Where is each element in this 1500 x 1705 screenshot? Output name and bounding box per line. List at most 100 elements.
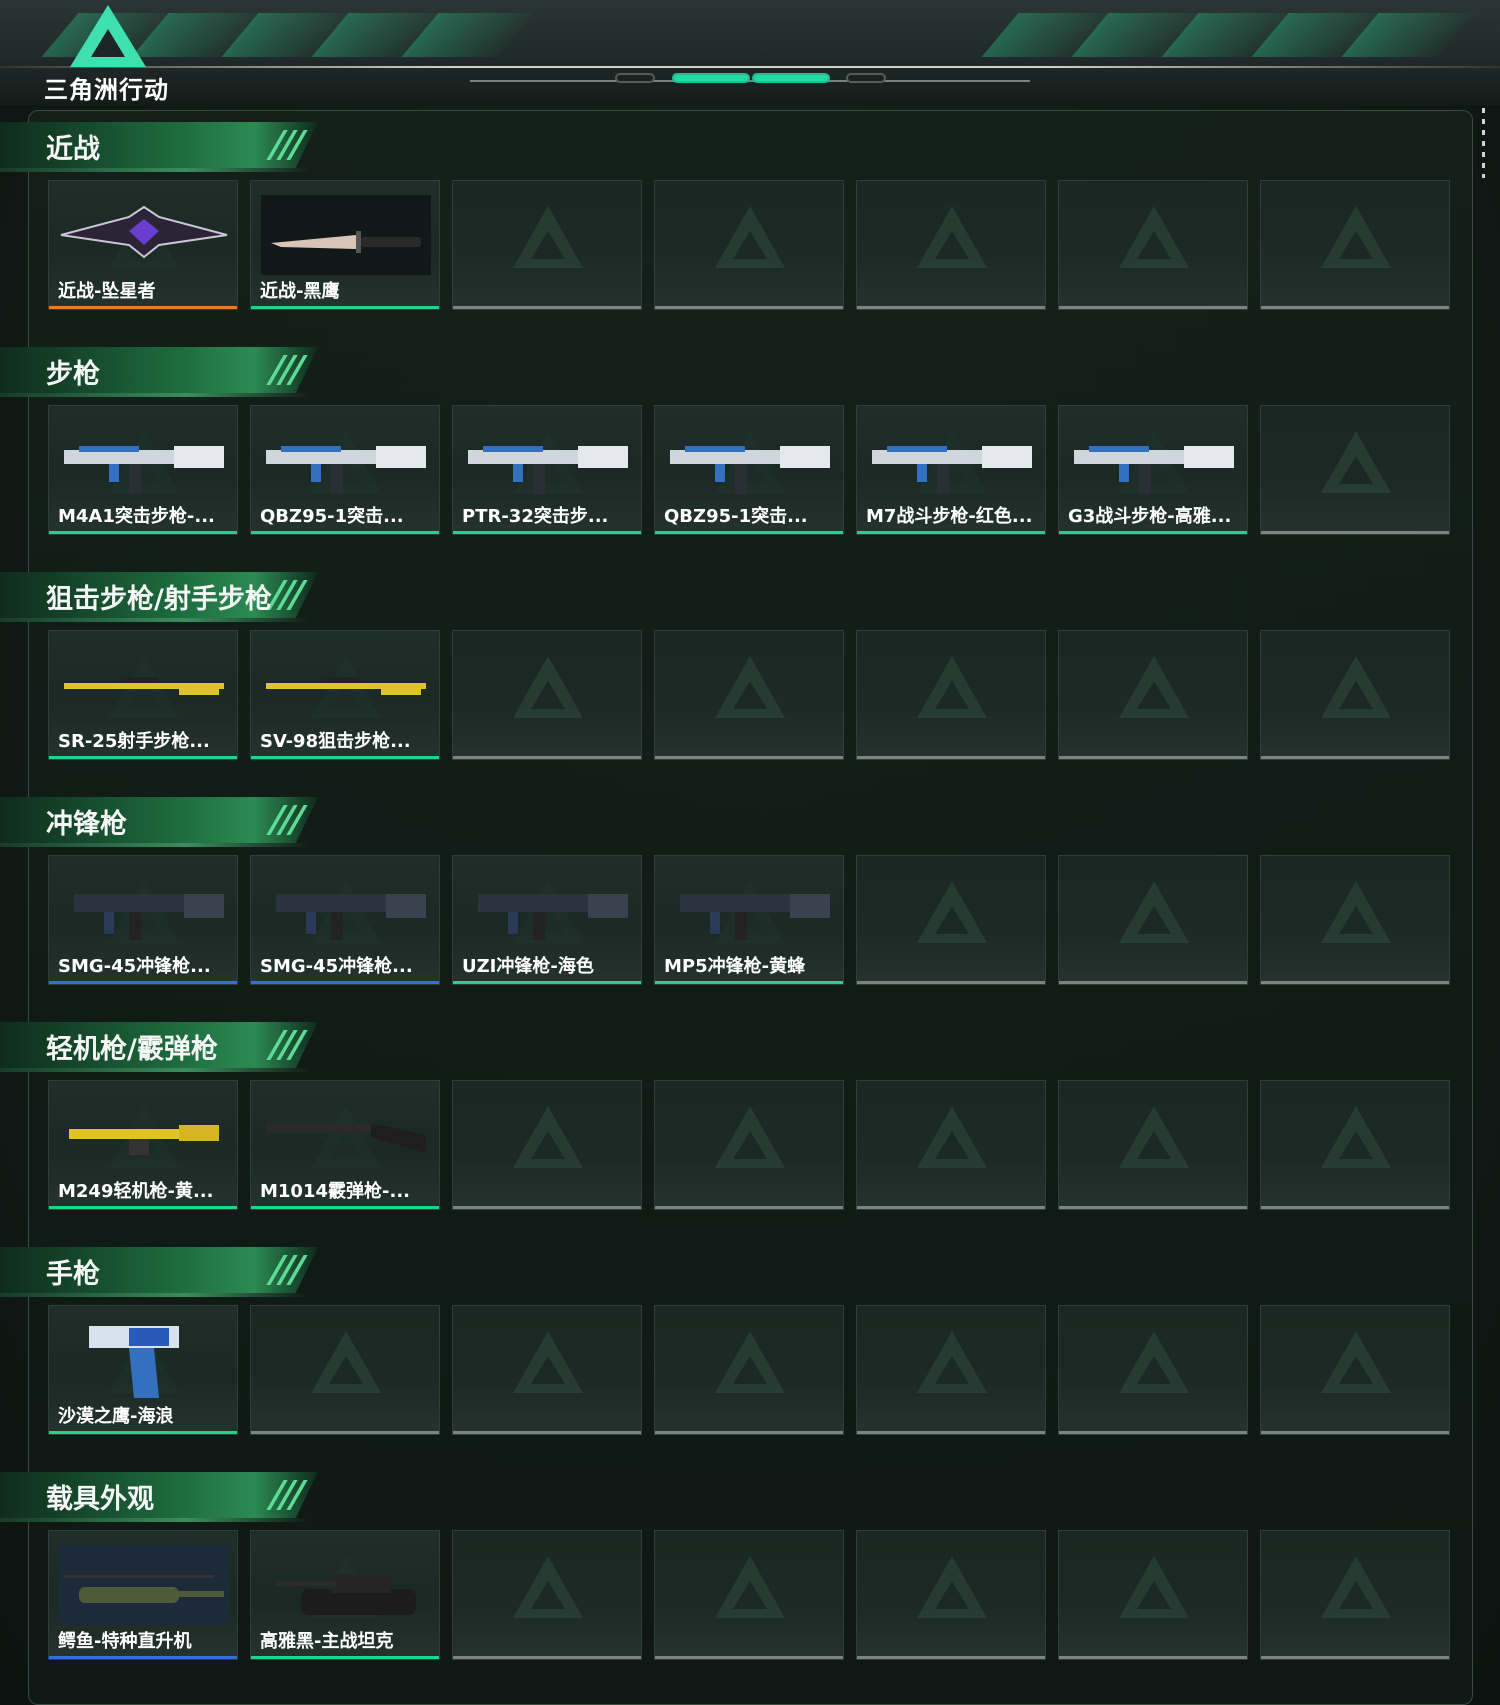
smg-icon <box>59 870 229 950</box>
rarity-bar <box>49 1431 237 1434</box>
rarity-bar <box>49 531 237 534</box>
empty-slot[interactable] <box>452 1080 642 1210</box>
rarity-bar <box>453 306 641 309</box>
melee-blade-icon <box>59 195 229 275</box>
skin-card[interactable]: QBZ95-1突击... <box>654 405 844 535</box>
empty-slot[interactable] <box>856 1080 1046 1210</box>
category-header-underline <box>0 393 310 397</box>
empty-slot[interactable] <box>1058 1530 1248 1660</box>
empty-slot[interactable] <box>1260 630 1450 760</box>
empty-slot[interactable] <box>1058 855 1248 985</box>
empty-slot[interactable] <box>250 1305 440 1435</box>
watermark-logo-icon-inner <box>733 681 767 709</box>
empty-slot[interactable] <box>452 630 642 760</box>
skin-card[interactable]: UZI冲锋枪-海色 <box>452 855 642 985</box>
empty-slot[interactable] <box>1058 630 1248 760</box>
watermark-logo-icon-inner <box>531 231 565 259</box>
logo-icon-inner <box>91 29 125 57</box>
watermark-logo-icon-inner <box>1339 681 1373 709</box>
watermark-logo-icon-inner <box>531 1356 565 1384</box>
category-section: 步枪 M4A1突击步枪-... QBZ95-1突击... PTR-32突击步... QB… <box>0 345 1500 570</box>
rarity-bar <box>1261 1431 1449 1434</box>
skin-card[interactable]: 近战-坠星者 <box>48 180 238 310</box>
header-divider <box>470 80 1030 82</box>
machine-gun-icon <box>59 1095 229 1175</box>
skin-card[interactable]: QBZ95-1突击... <box>250 405 440 535</box>
watermark-logo-icon-inner <box>1137 231 1171 259</box>
skin-card[interactable]: M249轻机枪-黄... <box>48 1080 238 1210</box>
skin-card[interactable]: 鳄鱼-特种直升机 <box>48 1530 238 1660</box>
category-title: 轻机枪/霰弹枪 <box>46 1034 218 1065</box>
smg-icon <box>261 870 431 950</box>
skin-card[interactable]: 高雅黑-主战坦克 <box>250 1530 440 1660</box>
empty-slot[interactable] <box>856 180 1046 310</box>
rarity-bar <box>1059 1656 1247 1659</box>
skin-card[interactable]: SMG-45冲锋枪... <box>250 855 440 985</box>
empty-slot[interactable] <box>452 180 642 310</box>
skin-card[interactable]: G3战斗步枪-高雅... <box>1058 405 1248 535</box>
empty-slot[interactable] <box>1058 180 1248 310</box>
skin-card[interactable]: SMG-45冲锋枪... <box>48 855 238 985</box>
empty-slot[interactable] <box>856 1305 1046 1435</box>
pistol-icon <box>59 1320 229 1400</box>
rarity-bar <box>655 981 843 984</box>
empty-slot[interactable] <box>856 1530 1046 1660</box>
page-indicator[interactable] <box>846 73 886 83</box>
rarity-bar <box>453 1656 641 1659</box>
empty-slot[interactable] <box>452 1305 642 1435</box>
skin-label: QBZ95-1突击... <box>260 506 404 527</box>
rarity-bar <box>251 531 439 534</box>
rarity-bar <box>1261 981 1449 984</box>
empty-slot[interactable] <box>654 1080 844 1210</box>
skin-card[interactable]: M4A1突击步枪-... <box>48 405 238 535</box>
empty-slot[interactable] <box>1058 1305 1248 1435</box>
rarity-bar <box>857 1656 1045 1659</box>
empty-slot[interactable] <box>654 630 844 760</box>
category-section: 轻机枪/霰弹枪 M249轻机枪-黄... M1014霰弹枪-... <box>0 1020 1500 1245</box>
category-section: 手枪 沙漠之鹰-海浪 <box>0 1245 1500 1470</box>
watermark-logo-icon-inner <box>935 681 969 709</box>
empty-slot[interactable] <box>654 1305 844 1435</box>
watermark-logo-icon-inner <box>733 1581 767 1609</box>
rarity-bar <box>1261 756 1449 759</box>
empty-slot[interactable] <box>654 180 844 310</box>
tank-icon <box>261 1545 431 1625</box>
skin-card[interactable]: SR-25射手步枪... <box>48 630 238 760</box>
page-indicator-active[interactable] <box>672 73 750 83</box>
skin-card[interactable]: SV-98狙击步枪... <box>250 630 440 760</box>
category-header: 近战 <box>0 120 330 172</box>
skin-card[interactable]: M7战斗步枪-红色... <box>856 405 1046 535</box>
skin-card[interactable]: M1014霰弹枪-... <box>250 1080 440 1210</box>
rarity-bar <box>655 1656 843 1659</box>
skin-label: QBZ95-1突击... <box>664 506 808 527</box>
empty-slot[interactable] <box>1260 1080 1450 1210</box>
rarity-bar <box>1059 756 1247 759</box>
empty-slot[interactable] <box>1260 405 1450 535</box>
page-indicator-active[interactable] <box>752 73 830 83</box>
empty-slot[interactable] <box>1260 855 1450 985</box>
skin-label: M1014霰弹枪-... <box>260 1181 410 1202</box>
empty-slot[interactable] <box>452 1530 642 1660</box>
skin-card[interactable]: PTR-32突击步... <box>452 405 642 535</box>
empty-slot[interactable] <box>654 1530 844 1660</box>
skin-card[interactable]: 近战-黑鹰 <box>250 180 440 310</box>
empty-slot[interactable] <box>1260 1305 1450 1435</box>
empty-slot[interactable] <box>1260 180 1450 310</box>
page-indicator[interactable] <box>615 73 655 83</box>
rarity-bar <box>857 981 1045 984</box>
rarity-bar <box>49 756 237 759</box>
watermark-logo-icon-inner <box>935 1356 969 1384</box>
empty-slot[interactable] <box>1058 1080 1248 1210</box>
knife-icon <box>261 195 431 275</box>
empty-slot[interactable] <box>856 630 1046 760</box>
skin-card[interactable]: 沙漠之鹰-海浪 <box>48 1305 238 1435</box>
skin-label: SMG-45冲锋枪... <box>58 956 211 977</box>
rarity-bar <box>655 1206 843 1209</box>
category-title: 冲锋枪 <box>46 809 127 840</box>
skin-card[interactable]: MP5冲锋枪-黄蜂 <box>654 855 844 985</box>
empty-slot[interactable] <box>1260 1530 1450 1660</box>
smg-icon <box>463 870 633 950</box>
empty-slot[interactable] <box>856 855 1046 985</box>
watermark-logo-icon-inner <box>531 1581 565 1609</box>
watermark-logo-icon-inner <box>1339 1131 1373 1159</box>
